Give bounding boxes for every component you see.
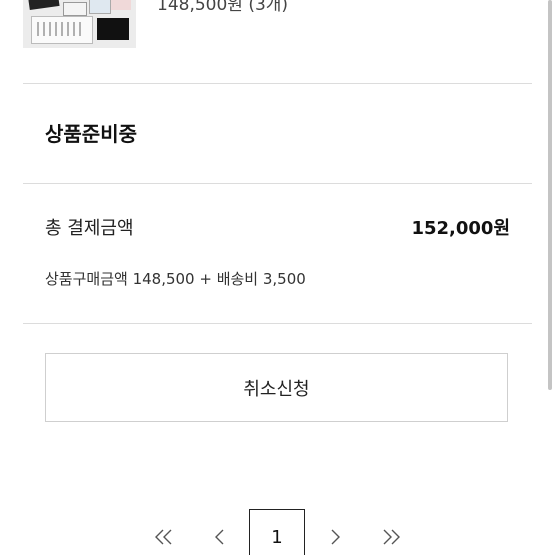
thumbnail-graphic [89, 0, 111, 14]
payment-breakdown: 상품구매금액 148,500 + 배송비 3,500 [45, 270, 306, 288]
thumbnail-graphic [97, 18, 129, 40]
thumbnail-graphic [111, 0, 131, 10]
divider [23, 323, 532, 324]
order-detail-page: 148,500원 (3개) 상품준비중 총 결제금액 152,000원 상품구매… [0, 0, 555, 555]
scrollbar[interactable] [548, 0, 552, 390]
double-chevron-left-icon [154, 529, 174, 545]
prev-page-button[interactable] [208, 509, 232, 555]
chevron-right-icon [329, 529, 341, 545]
pagination: 1 [0, 509, 555, 555]
next-page-button[interactable] [323, 509, 347, 555]
thumbnail-graphic [28, 0, 60, 11]
thumbnail-graphic [63, 2, 87, 16]
last-page-button[interactable] [377, 509, 405, 555]
current-page[interactable]: 1 [249, 509, 305, 555]
cancel-request-button[interactable]: 취소신청 [45, 353, 508, 422]
first-page-button[interactable] [150, 509, 178, 555]
divider [23, 183, 532, 184]
product-thumbnail[interactable] [23, 0, 136, 48]
divider [23, 83, 532, 84]
total-payment-value: 152,000원 [411, 218, 510, 239]
chevron-left-icon [214, 529, 226, 545]
total-payment-label: 총 결제금액 [45, 218, 134, 239]
product-price: 148,500원 (3개) [157, 0, 289, 15]
thumbnail-graphic [37, 22, 85, 36]
order-status: 상품준비중 [45, 122, 137, 146]
double-chevron-right-icon [381, 529, 401, 545]
